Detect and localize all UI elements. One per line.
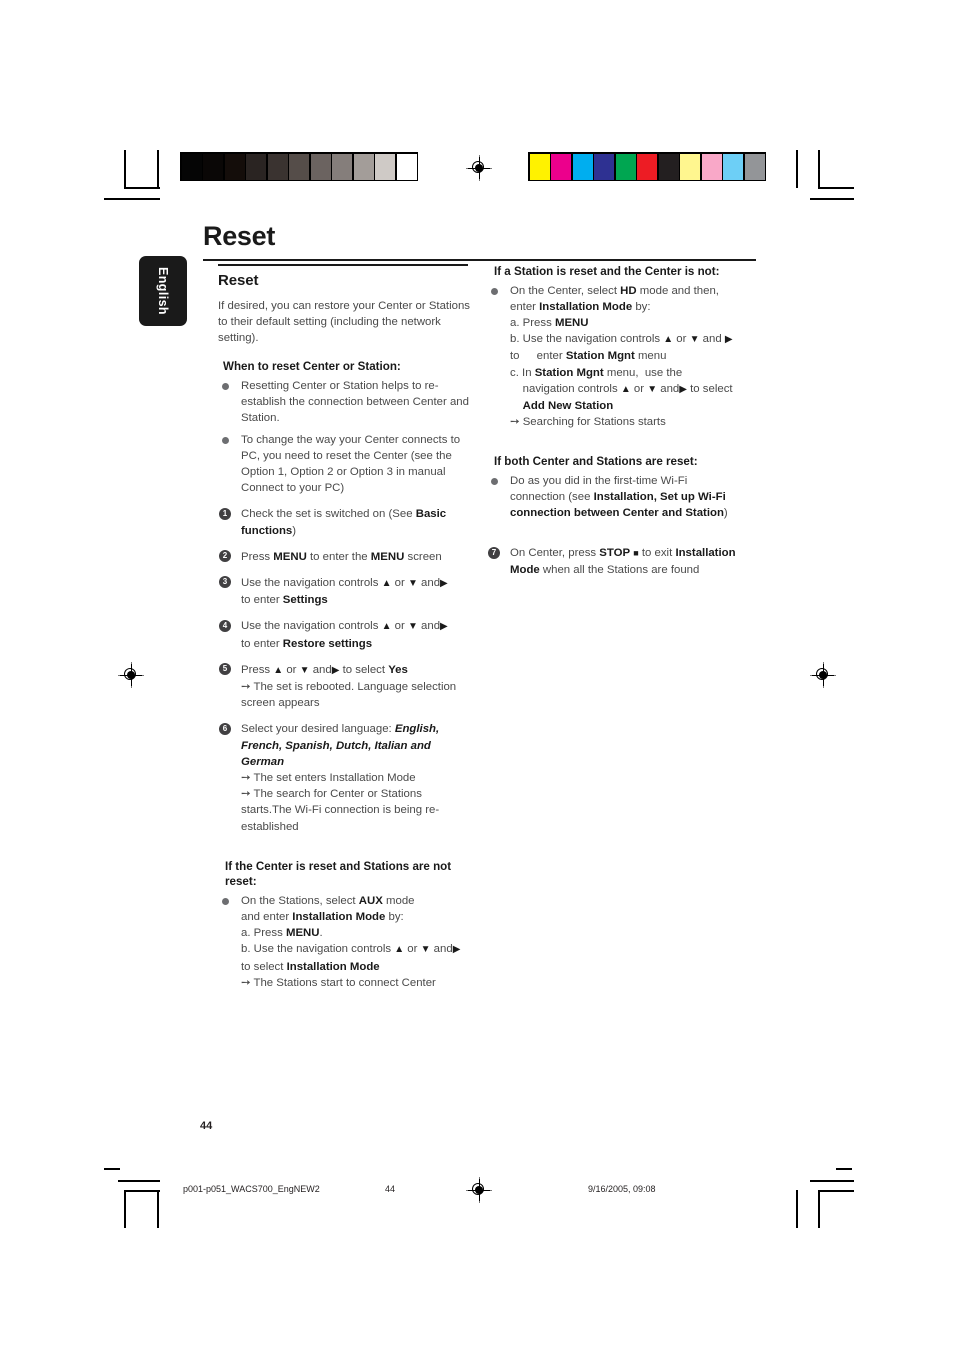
list-item-text: Do as you did in the first-time Wi-Fi co… (510, 474, 728, 520)
step-item: 2 Press MENU to enter the MENU screen (218, 549, 470, 565)
page-title: Reset (203, 221, 276, 251)
step-item: 1 Check the set is switched on (See Basi… (218, 506, 470, 538)
bullet-dot-icon (491, 477, 498, 485)
grayscale-control-bar (180, 152, 418, 181)
step-item: 7 On Center, press STOP ■ to exit Instal… (487, 545, 739, 577)
list-item-text: To change the way your Center connects t… (241, 433, 461, 495)
list-item: Resetting Center or Station helps to re-… (218, 378, 470, 427)
swatch (572, 153, 593, 180)
section-title: Reset (218, 271, 259, 289)
footer-timestamp: 9/16/2005, 09:08 (588, 1184, 656, 1194)
trim-line-bottom-right (836, 1168, 852, 1170)
step-number-badge: 4 (219, 619, 231, 632)
step-text: Use the navigation controls ▲ or ▼ and▶ t… (241, 620, 448, 650)
title-divider (203, 259, 756, 262)
language-tab-label: English (156, 267, 170, 315)
step-text: Press ▲ or ▼ and▶ to select Yes ➙ The set… (241, 663, 457, 710)
list-item: To change the way your Center connects t… (218, 432, 470, 497)
list-item-text: On the Center, select HD mode and then, … (510, 284, 733, 429)
swatch (203, 153, 223, 180)
station-reset-heading: If a Station is reset and the Center is … (494, 265, 720, 278)
swatch (267, 153, 288, 180)
swatch (594, 153, 614, 180)
registration-target-left-icon (118, 662, 144, 688)
swatch (224, 153, 245, 180)
swatch (353, 153, 374, 180)
swatch (332, 153, 352, 180)
bullet-dot-icon (222, 382, 229, 390)
intro-paragraph: If desired, you can restore your Center … (218, 299, 470, 345)
step-text: Press MENU to enter the MENU screen (241, 550, 442, 563)
registration-target-icon (466, 155, 492, 181)
list-item-text: Resetting Center or Station helps to re-… (241, 379, 469, 425)
swatch (181, 153, 202, 180)
footer-filename: p001-p051_WACS700_EngNEW2 (183, 1184, 320, 1194)
swatch (310, 153, 331, 180)
step-item: 5 Press ▲ or ▼ and▶ to select Yes ➙ The s… (218, 662, 470, 712)
color-control-bar (528, 152, 766, 181)
list-item: On the Center, select HD mode and then, … (487, 283, 739, 431)
step-item: 3 Use the navigation controls ▲ or ▼ and… (218, 575, 470, 608)
section-divider (218, 264, 468, 266)
swatch (529, 153, 550, 180)
language-tab: English (139, 256, 187, 326)
bullet-dot-icon (222, 897, 229, 905)
step-text: On Center, press STOP ■ to exit Installa… (510, 547, 736, 576)
registration-target-bottom-icon (466, 1177, 492, 1203)
swatch (246, 153, 266, 180)
center-reset-heading: If the Center is reset and Stations are … (225, 859, 452, 889)
step-item: 6 Select your desired language: English,… (218, 721, 470, 834)
bullet-dot-icon (491, 287, 498, 295)
left-column: Reset If desired, you can restore your C… (218, 264, 470, 1001)
step-number-badge: 7 (488, 546, 500, 559)
step-text: Select your desired language: English, F… (241, 723, 440, 833)
trim-line-bottom-left (104, 1168, 120, 1170)
swatch (723, 153, 743, 180)
step-number-badge: 2 (219, 550, 231, 563)
step-item: 4 Use the navigation controls ▲ or ▼ and… (218, 618, 470, 651)
step-number-badge: 5 (219, 663, 231, 676)
swatch (637, 153, 657, 180)
registration-target-right-icon (810, 662, 836, 688)
swatch (744, 153, 765, 180)
list-item-text: On the Stations, select AUX mode and ente… (241, 894, 461, 989)
step-text: Check the set is switched on (See Basic … (241, 508, 447, 537)
bullet-dot-icon (222, 436, 229, 444)
footer-page-number: 44 (385, 1184, 396, 1194)
swatch (680, 153, 700, 180)
swatch (658, 153, 679, 180)
step-number-badge: 3 (219, 576, 231, 589)
trim-line-top-right (836, 198, 852, 200)
page-number: 44 (200, 1120, 213, 1132)
step-text: Use the navigation controls ▲ or ▼ and▶ t… (241, 576, 448, 607)
step-number-badge: 6 (219, 722, 231, 735)
swatch (701, 153, 722, 180)
list-item: Do as you did in the first-time Wi-Fi co… (487, 473, 739, 522)
when-to-reset-heading: When to reset Center or Station: (223, 360, 401, 374)
step-number-badge: 1 (219, 507, 231, 520)
list-item: On the Stations, select AUX mode and ente… (218, 893, 470, 991)
swatch (615, 153, 636, 180)
swatch (551, 153, 571, 180)
swatch (289, 153, 309, 180)
right-column: If a Station is reset and the Center is … (487, 264, 739, 588)
both-reset-heading: If both Center and Stations are reset: (494, 455, 698, 469)
swatch (375, 153, 395, 180)
trim-line-top-left (104, 198, 120, 200)
swatch (396, 153, 417, 180)
